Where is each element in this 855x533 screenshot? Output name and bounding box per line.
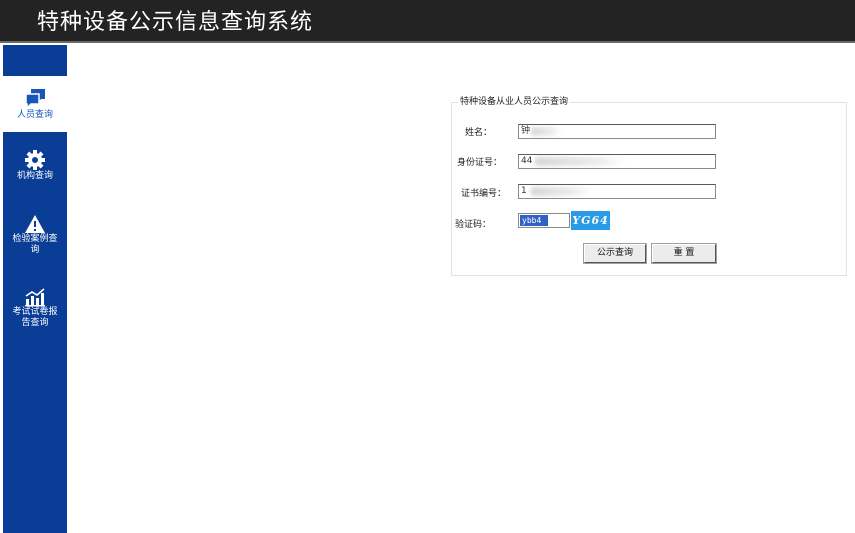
name-value: 钟 [521, 126, 531, 136]
bar-chart-icon [25, 288, 45, 307]
sidebar-item-label: 机构查询 [16, 171, 53, 181]
id-number-label: 身份证号： [457, 158, 503, 168]
captcha-input-value: ybb4 [520, 215, 548, 226]
sidebar: 人员查询 机构查询 检验案例查询 考试试卷报告查询 [3, 45, 67, 533]
captcha-image[interactable]: YG64 [571, 211, 610, 230]
cert-number-field[interactable]: 1 [518, 184, 716, 199]
id-number-value: 44 [521, 156, 533, 166]
app-header: 特种设备公示信息查询系统 [0, 0, 855, 43]
captcha-label: 验证码： [455, 220, 492, 230]
sidebar-item-org-query[interactable]: 机构查询 [3, 147, 67, 197]
sidebar-item-exam-report-query[interactable]: 考试试卷报告查询 [3, 285, 67, 341]
name-label: 姓名： [465, 128, 493, 138]
app-title: 特种设备公示信息查询系统 [37, 10, 314, 35]
name-field[interactable]: 钟 [518, 124, 716, 139]
redaction-blur [531, 127, 561, 136]
warning-icon [25, 215, 45, 233]
cert-number-label: 证书编号： [461, 189, 507, 199]
sidebar-item-label: 检验案例查询 [12, 234, 58, 255]
cert-number-value: 1 [521, 186, 527, 196]
public-query-button[interactable]: 公示查询 [583, 243, 647, 264]
sidebar-item-person-query[interactable]: 人员查询 [3, 76, 67, 132]
id-number-field[interactable]: 44 [518, 154, 716, 169]
gear-icon [25, 150, 45, 170]
sidebar-top-spacer [3, 45, 67, 75]
form-legend: 特种设备从业人员公示查询 [458, 96, 571, 108]
reset-button[interactable]: 重 置 [651, 243, 717, 264]
chat-bubble-icon [25, 89, 45, 110]
sidebar-item-inspection-query[interactable]: 检验案例查询 [3, 212, 67, 262]
redaction-blur [535, 157, 625, 166]
redaction-blur [531, 187, 591, 196]
captcha-input[interactable]: ybb4 [518, 213, 570, 228]
sidebar-item-label: 考试试卷报告查询 [12, 307, 58, 328]
sidebar-item-label: 人员查询 [16, 110, 53, 120]
